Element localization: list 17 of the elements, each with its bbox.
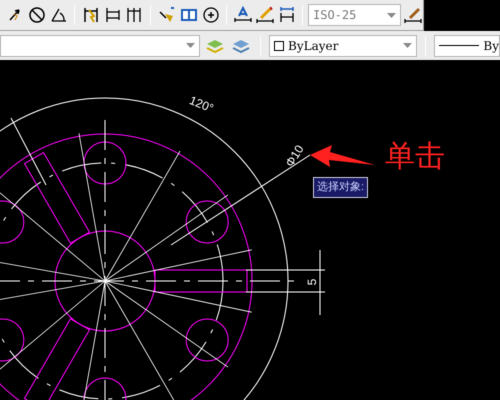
line-sample-icon [439, 45, 480, 46]
pencil-icon[interactable] [254, 4, 275, 26]
caret-icon [403, 43, 412, 48]
linetype-value: By [483, 38, 499, 54]
dimension-text: Φ10 [282, 142, 307, 170]
tooltip: 选择对象: [313, 177, 368, 198]
dimension-text: 120° [187, 93, 216, 116]
pointer-arrow [310, 145, 375, 167]
dimension-style-value: ISO-25 [313, 7, 356, 24]
annotation-text: 单击 [385, 142, 445, 172]
linetype-dropdown[interactable]: By [434, 34, 500, 56]
caret-icon [186, 43, 195, 48]
dimension-text: 5 [305, 278, 319, 286]
color-dropdown[interactable]: ByLayer [269, 34, 417, 56]
color-swatch-icon [274, 40, 284, 50]
caret-icon [387, 12, 396, 18]
color-value: ByLayer [288, 38, 338, 54]
